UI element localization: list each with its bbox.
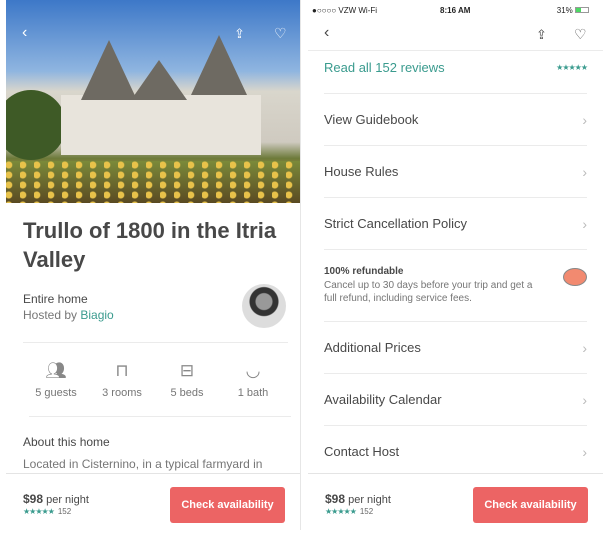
- home-type: Entire home: [23, 292, 88, 306]
- price: $98 per night: [23, 492, 89, 506]
- read-reviews-row[interactable]: Read all 152 reviews ★★★★★: [324, 42, 588, 94]
- flowers: [6, 161, 300, 203]
- house-wall: [61, 95, 261, 155]
- per-night-label: per night: [348, 494, 391, 506]
- back-icon[interactable]: ‹: [22, 24, 27, 42]
- battery: 31%: [557, 6, 589, 15]
- star-rating: ★★★★★ 152: [325, 507, 374, 516]
- row-label: Availability Calendar: [324, 392, 442, 407]
- per-night-label: per night: [46, 494, 89, 506]
- star-rating: ★★★★★ 152: [23, 507, 72, 516]
- divider: [23, 342, 288, 343]
- host-line: Hosted by Biagio: [23, 308, 114, 322]
- row-label: Strict Cancellation Policy: [324, 216, 468, 231]
- share-icon[interactable]: ⇪: [536, 27, 547, 43]
- carrier: ●○○○○ VZW Wi-Fi: [312, 6, 378, 15]
- reviews-link[interactable]: Read all 152 reviews: [324, 60, 445, 75]
- bathtub-icon: ◡: [245, 361, 261, 380]
- row-house-rules[interactable]: House Rules ›: [324, 146, 587, 198]
- chevron-right-icon: ›: [582, 444, 587, 460]
- clock: 8:16 AM: [440, 6, 471, 15]
- refund-title: 100% refundable: [324, 266, 404, 277]
- hosted-by-label: Hosted by: [23, 308, 78, 322]
- about-text: Located in Cisternino, in a typical farm…: [23, 457, 263, 471]
- listing-screen: ‹ ⇪ ♡ Trullo of 1800 in the Itria Valley…: [6, 0, 301, 530]
- booking-footer: $98 per night ★★★★★ 152 Check availabilit…: [6, 473, 300, 530]
- status-bar: ●○○○○ VZW Wi-Fi 8:16 AM 31%: [308, 0, 603, 20]
- tree: [6, 90, 66, 160]
- host-link[interactable]: Biagio: [80, 308, 113, 322]
- roof: [81, 40, 137, 100]
- amenity-label: 5 beds: [170, 387, 204, 399]
- amenity-guests: 👥︎ 5 guests: [21, 361, 91, 399]
- amenity-label: 1 bath: [237, 387, 269, 399]
- price: $98 per night: [325, 492, 391, 506]
- refund-text: Cancel up to 30 days before your trip an…: [324, 280, 533, 304]
- roof: [131, 60, 187, 100]
- check-availability-button[interactable]: Check availability: [473, 487, 588, 523]
- chevron-right-icon: ›: [582, 340, 587, 356]
- chevron-right-icon: ›: [582, 216, 587, 232]
- row-label: Additional Prices: [324, 340, 421, 355]
- divider: [29, 416, 291, 417]
- review-count: 152: [57, 507, 72, 516]
- details-screen: ●○○○○ VZW Wi-Fi 8:16 AM 31% ‹ ⇪ ♡ Read a…: [308, 0, 603, 530]
- price-amount: $98: [325, 492, 346, 506]
- heart-icon[interactable]: ♡: [274, 25, 287, 42]
- chevron-right-icon: ›: [582, 164, 587, 180]
- roof: [191, 35, 247, 95]
- back-icon[interactable]: ‹: [324, 24, 329, 42]
- listing-photo[interactable]: ‹ ⇪ ♡: [6, 0, 300, 203]
- amenity-rooms: ⊓ 3 rooms: [87, 361, 157, 399]
- chevron-right-icon: ›: [582, 112, 587, 128]
- star-rating: ★★★★★: [556, 63, 588, 72]
- guests-icon: 👥︎: [45, 361, 67, 380]
- bed-icon: ⊟: [179, 361, 195, 380]
- price-amount: $98: [23, 492, 44, 506]
- listing-title: Trullo of 1800 in the Itria Valley: [23, 218, 277, 272]
- door-icon: ⊓: [115, 361, 129, 380]
- refund-notice: 100% refundable Cancel up to 30 days bef…: [324, 250, 587, 322]
- amenity-bath: ◡ 1 bath: [218, 361, 288, 399]
- row-contact-host[interactable]: Contact Host ›: [324, 426, 587, 478]
- row-label: House Rules: [324, 164, 399, 179]
- about-heading: About this home: [23, 435, 110, 449]
- row-view-guidebook[interactable]: View Guidebook ›: [324, 94, 587, 146]
- amenity-label: 5 guests: [35, 387, 77, 399]
- row-availability-calendar[interactable]: Availability Calendar ›: [324, 374, 587, 426]
- heart-icon[interactable]: ♡: [574, 26, 587, 43]
- share-icon[interactable]: ⇪: [234, 26, 245, 42]
- amenity-beds: ⊟ 5 beds: [152, 361, 222, 399]
- host-avatar[interactable]: [242, 284, 286, 328]
- row-label: View Guidebook: [324, 112, 419, 127]
- row-label: Contact Host: [324, 444, 400, 459]
- chevron-right-icon: ›: [582, 392, 587, 408]
- amenity-label: 3 rooms: [102, 387, 142, 399]
- review-count: 152: [359, 507, 374, 516]
- battery-icon: [575, 7, 589, 13]
- row-additional-prices[interactable]: Additional Prices ›: [324, 322, 587, 374]
- piggy-bank-icon: [563, 268, 587, 286]
- check-availability-button[interactable]: Check availability: [170, 487, 285, 523]
- battery-percent: 31%: [556, 6, 573, 15]
- row-cancellation-policy[interactable]: Strict Cancellation Policy ›: [324, 198, 587, 250]
- booking-footer: $98 per night ★★★★★ 152 Check availabilit…: [308, 473, 603, 530]
